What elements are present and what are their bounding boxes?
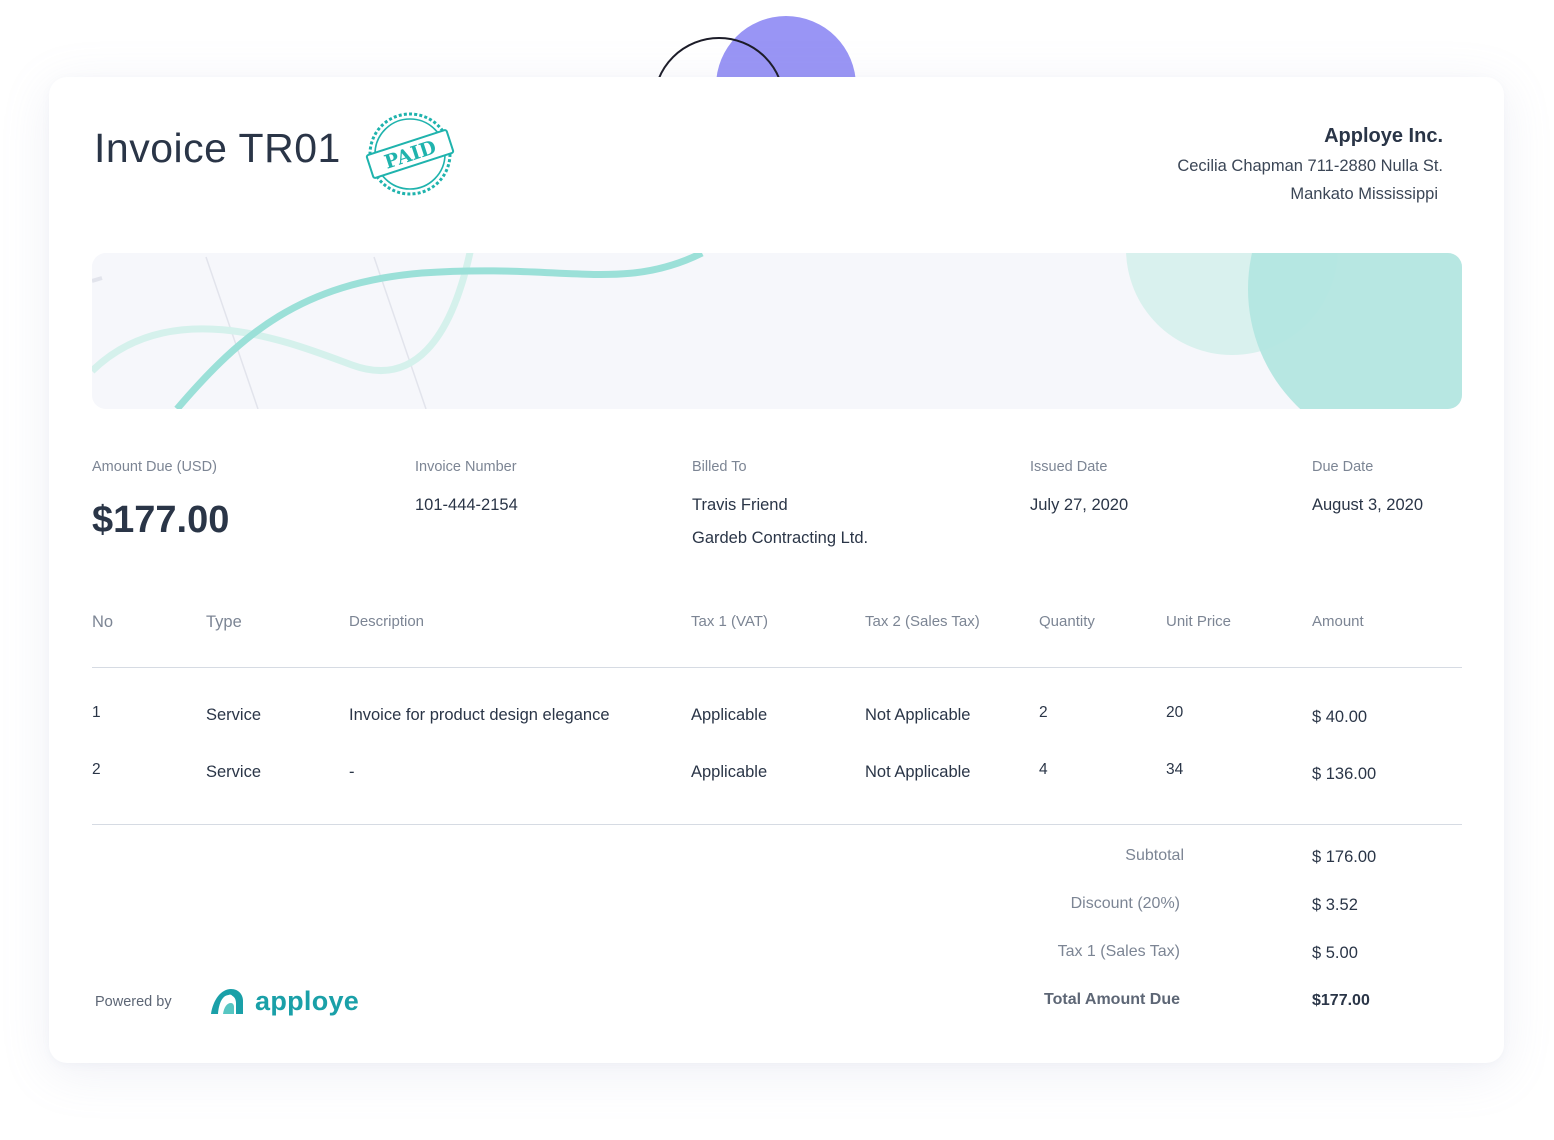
cell-type: Service (206, 763, 262, 781)
company-info: Apploye Inc. Cecilia Chapman 711-2880 Nu… (1177, 124, 1443, 204)
apploye-logo-icon (211, 989, 243, 1014)
cell-tax1: Applicable (691, 763, 768, 781)
due-date-value: August 3, 2020 (1312, 496, 1424, 514)
cell-unit-price: 20 (1166, 704, 1184, 721)
company-address-line2: Mankato Mississippi (1290, 185, 1438, 203)
issued-date-value: July 27, 2020 (1030, 496, 1129, 514)
table-row: 1 Service Invoice for product design ele… (49, 704, 1504, 736)
cell-no: 2 (92, 761, 101, 778)
cell-amount: $ 40.00 (1312, 708, 1368, 726)
invoice-number-value: 101-444-2154 (415, 496, 518, 514)
subtotal-value: $ 176.00 (1312, 848, 1377, 866)
tax-label: Tax 1 (Sales Tax) (1057, 943, 1180, 960)
company-address-line1: Cecilia Chapman 711-2880 Nulla St. (1177, 157, 1443, 175)
subtotal-label: Subtotal (1125, 847, 1184, 864)
brand-name: apploye (255, 986, 360, 1016)
column-header-unit-price: Unit Price (1166, 613, 1232, 630)
total-amount-due-label: Total Amount Due (1044, 991, 1180, 1008)
amount-due-value: $177.00 (92, 499, 230, 541)
column-header-type: Type (206, 613, 242, 631)
issued-date-label: Issued Date (1030, 459, 1108, 475)
amount-due-label: Amount Due (USD) (92, 459, 217, 475)
column-header-quantity: Quantity (1039, 613, 1095, 630)
table-footer-divider (92, 824, 1462, 825)
cell-type: Service (206, 706, 262, 724)
tax-value: $ 5.00 (1312, 944, 1358, 962)
company-name: Apploye Inc. (1324, 125, 1443, 147)
cell-tax1: Applicable (691, 706, 768, 724)
column-header-no: No (92, 613, 114, 631)
decorative-banner (92, 253, 1462, 409)
due-date-label: Due Date (1312, 459, 1374, 475)
cell-description: Invoice for product design elegance (349, 706, 610, 724)
table-header-divider (92, 667, 1462, 668)
apploye-brand-link[interactable]: apploye (209, 984, 359, 1018)
billed-to-company: Gardeb Contracting Ltd. (692, 529, 869, 547)
cell-quantity: 4 (1039, 761, 1048, 778)
billed-to-name: Travis Friend (692, 496, 788, 514)
invoice-card: Invoice TR01 PAID Apploye Inc. Cecilia C… (49, 77, 1504, 1063)
discount-label: Discount (20%) (1070, 895, 1180, 912)
cell-tax2: Not Applicable (865, 763, 971, 781)
column-header-tax1: Tax 1 (VAT) (691, 613, 768, 630)
cell-tax2: Not Applicable (865, 706, 971, 724)
column-header-tax2: Tax 2 (Sales Tax) (865, 613, 980, 630)
cell-amount: $ 136.00 (1312, 765, 1377, 783)
total-amount-due-value: $177.00 (1312, 992, 1370, 1009)
powered-by-label: Powered by (95, 994, 172, 1010)
invoice-number-label: Invoice Number (415, 459, 517, 475)
billed-to-label: Billed To (692, 459, 747, 475)
cell-description: - (349, 763, 355, 781)
cell-no: 1 (92, 704, 101, 721)
invoice-title: Invoice TR01 (94, 125, 341, 171)
discount-value: $ 3.52 (1312, 896, 1358, 914)
cell-unit-price: 34 (1166, 761, 1184, 778)
table-row: 2 Service - Applicable Not Applicable 4 … (49, 761, 1504, 793)
paid-stamp: PAID (365, 112, 455, 196)
column-header-amount: Amount (1312, 613, 1364, 630)
column-header-description: Description (349, 613, 425, 630)
cell-quantity: 2 (1039, 704, 1048, 721)
